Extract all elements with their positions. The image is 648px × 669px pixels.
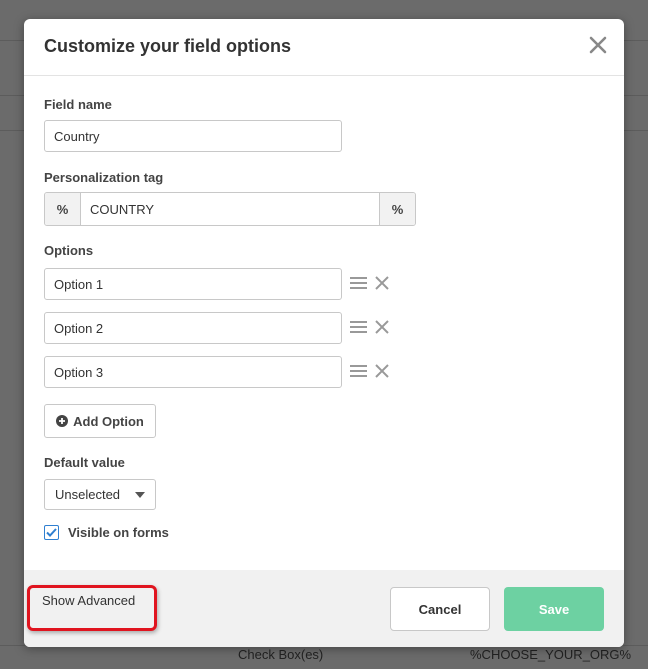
save-button[interactable]: Save — [504, 587, 604, 631]
option-tools — [350, 276, 389, 290]
plus-circle-icon — [56, 415, 69, 427]
annotation-highlight — [27, 585, 157, 631]
option-input[interactable] — [44, 268, 342, 300]
personalization-tag-group: % % — [44, 192, 416, 226]
option-tools — [350, 320, 389, 334]
checkmark-icon — [46, 528, 57, 537]
options-label: Options — [44, 243, 94, 258]
remove-icon[interactable] — [375, 276, 389, 290]
drag-handle-icon[interactable] — [350, 364, 367, 378]
show-advanced-link[interactable]: Show Advanced — [42, 593, 135, 608]
tag-suffix: % — [379, 193, 415, 225]
visible-on-forms-row: Visible on forms — [44, 525, 169, 540]
remove-icon[interactable] — [375, 364, 389, 378]
option-tools — [350, 364, 389, 378]
modal-footer: Show Advanced Cancel Save — [24, 570, 624, 647]
drag-handle-icon[interactable] — [350, 276, 367, 290]
field-name-label: Field name — [44, 97, 112, 112]
default-value-label: Default value — [44, 455, 125, 470]
option-input[interactable] — [44, 312, 342, 344]
add-option-button[interactable]: Add Option — [44, 404, 156, 438]
background-cell-tag: %CHOOSE_YOUR_ORG% — [470, 647, 632, 662]
background-cell-type: Check Box(es) — [238, 647, 324, 662]
close-icon[interactable] — [586, 33, 610, 57]
default-value-select[interactable]: Unselected — [44, 479, 156, 510]
cancel-button[interactable]: Cancel — [390, 587, 490, 631]
default-value-selected: Unselected — [55, 487, 121, 502]
modal-header: Customize your field options — [24, 19, 624, 76]
add-option-label: Add Option — [73, 413, 144, 429]
caret-down-icon — [135, 491, 145, 498]
visible-on-forms-label: Visible on forms — [68, 525, 169, 540]
modal-title: Customize your field options — [44, 36, 292, 56]
personalization-tag-input[interactable] — [81, 193, 379, 225]
drag-handle-icon[interactable] — [350, 320, 367, 334]
personalization-tag-label: Personalization tag — [44, 170, 164, 185]
field-name-input[interactable] — [44, 120, 342, 152]
visible-on-forms-checkbox[interactable] — [44, 525, 59, 540]
tag-prefix: % — [45, 193, 81, 225]
field-options-modal: Customize your field options Field name … — [24, 19, 624, 647]
option-input[interactable] — [44, 356, 342, 388]
remove-icon[interactable] — [375, 320, 389, 334]
